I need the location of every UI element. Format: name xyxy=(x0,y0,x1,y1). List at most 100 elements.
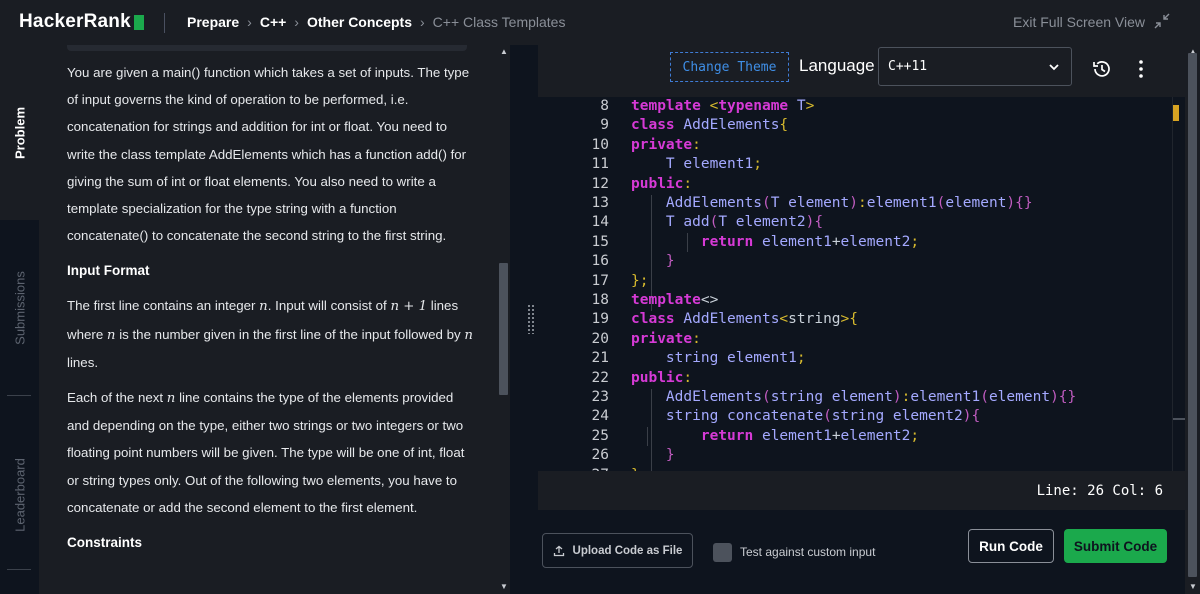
run-code-button[interactable]: Run Code xyxy=(968,529,1054,563)
change-theme-button[interactable]: Change Theme xyxy=(670,52,789,82)
code-line: 9 class AddElements{ xyxy=(538,116,1172,135)
code-text: return element1+element2; xyxy=(700,233,920,250)
tab-submissions-label: Submissions xyxy=(12,270,27,345)
code-text: template <typename T> xyxy=(631,98,815,114)
code-area[interactable]: 8 template <typename T> 9 class AddElement… xyxy=(538,97,1172,471)
line-number: 12 xyxy=(591,175,609,192)
logo-square-icon xyxy=(133,14,144,30)
scroll-down-arrow-icon[interactable]: ▼ xyxy=(500,582,508,591)
language-label: Language xyxy=(799,56,875,75)
upload-code-button[interactable]: Upload Code as File xyxy=(542,533,693,568)
scroll-up-arrow-icon[interactable]: ▲ xyxy=(500,47,508,56)
submit-code-button[interactable]: Submit Code xyxy=(1064,529,1167,563)
resize-handle-icon[interactable] xyxy=(527,304,535,334)
code-text: return element1+element2; xyxy=(700,427,920,444)
line-number: 16 xyxy=(591,253,609,270)
chevron-right-icon: › xyxy=(247,14,252,30)
page-scrollbar-thumb[interactable] xyxy=(1188,53,1197,577)
line-number: 13 xyxy=(591,195,609,211)
code-line: 21 string element1; xyxy=(538,349,1172,368)
chevron-down-icon xyxy=(1049,64,1059,71)
line-number: 17 xyxy=(591,272,609,289)
more-options-icon[interactable] xyxy=(1137,59,1145,79)
code-text: string element1; xyxy=(665,350,806,367)
top-header: HackerRank Prepare › C++ › Other Concept… xyxy=(0,0,1200,45)
language-select[interactable]: C++11 xyxy=(878,47,1072,86)
tab-submissions[interactable]: Submissions xyxy=(0,220,39,395)
side-tabs: Problem Submissions Leaderboard xyxy=(0,45,39,594)
code-text: private: xyxy=(631,330,701,347)
code-text: public: xyxy=(631,369,693,386)
collapse-icon[interactable] xyxy=(1154,13,1170,29)
code-line: 10 private: xyxy=(538,136,1172,155)
code-text: class AddElements{ xyxy=(631,117,789,134)
code-line: 20 private: xyxy=(538,330,1172,349)
code-text: } xyxy=(665,447,675,464)
editor-status-bar: Line: 26 Col: 6 xyxy=(538,471,1185,510)
breadcrumb-other-concepts[interactable]: Other Concepts xyxy=(307,14,412,30)
line-number: 10 xyxy=(591,136,609,153)
code-line: 13 AddElements(T element):element1(eleme… xyxy=(538,194,1172,213)
math-n: n xyxy=(259,299,268,315)
cursor-position: Line: 26 Col: 6 xyxy=(1036,483,1163,499)
text-segment: Each of the next xyxy=(67,390,167,406)
language-value: C++11 xyxy=(888,59,928,74)
tab-leaderboard[interactable]: Leaderboard xyxy=(0,405,39,585)
line-number: 25 xyxy=(591,427,609,444)
code-text: AddElements(T element):element1(element)… xyxy=(665,195,1033,211)
input-format-paragraph-2: Each of the next n line contains the typ… xyxy=(67,384,475,521)
code-line: 11 T element1; xyxy=(538,155,1172,174)
code-editor-panel: Change Theme Language C++11 8 template <t… xyxy=(538,45,1186,510)
custom-input-label[interactable]: Test against custom input xyxy=(740,545,875,559)
code-text: string concatenate(string element2){ xyxy=(665,408,981,425)
restore-history-icon[interactable] xyxy=(1091,58,1113,80)
line-number: 11 xyxy=(591,156,609,173)
code-text: } xyxy=(665,253,675,270)
custom-input-checkbox[interactable] xyxy=(713,543,732,562)
breadcrumb-current: C++ Class Templates xyxy=(432,14,566,30)
upload-code-label: Upload Code as File xyxy=(572,544,683,557)
constraints-heading: Constraints xyxy=(67,535,143,551)
code-line: 26 } xyxy=(538,446,1172,465)
editor-scrollbar[interactable] xyxy=(1172,97,1186,471)
line-number: 21 xyxy=(591,350,609,367)
line-number: 14 xyxy=(591,214,609,231)
chevron-right-icon: › xyxy=(294,14,299,30)
tab-problem[interactable]: Problem xyxy=(0,45,39,220)
input-format-paragraph-1: The first line contains an integer n. In… xyxy=(67,292,475,376)
problem-statement: You are given a main() function which ta… xyxy=(67,59,475,564)
breadcrumb: Prepare › C++ › Other Concepts › C++ Cla… xyxy=(187,14,565,30)
breadcrumb-cpp[interactable]: C++ xyxy=(260,14,286,30)
line-number: 18 xyxy=(591,292,609,308)
line-number: 8 xyxy=(600,98,609,114)
scroll-down-arrow-icon[interactable]: ▼ xyxy=(1189,582,1197,591)
exit-fullscreen-link[interactable]: Exit Full Screen View xyxy=(1013,14,1145,30)
code-line: 16 } xyxy=(538,252,1172,271)
code-line: 24 string concatenate(string element2){ xyxy=(538,407,1172,426)
text-segment: The first line contains an integer xyxy=(67,298,260,314)
code-text: public: xyxy=(631,175,693,192)
tab-divider xyxy=(7,395,31,396)
hackerrank-logo[interactable]: HackerRank xyxy=(19,11,144,33)
tab-divider xyxy=(7,569,31,570)
problem-scrollbar[interactable]: ▲ ▼ xyxy=(496,45,510,594)
code-text: }; xyxy=(631,272,649,289)
code-text: private: xyxy=(631,136,701,153)
code-text: template<> xyxy=(631,292,719,308)
code-line: 23 AddElements(string element):element1(… xyxy=(538,388,1172,407)
code-line: 14 T add(T element2){ xyxy=(538,213,1172,232)
line-number: 23 xyxy=(591,389,609,405)
line-number: 22 xyxy=(591,369,609,386)
code-line: 22 public: xyxy=(538,369,1172,388)
page-scrollbar[interactable]: ▲ ▼ xyxy=(1185,45,1200,594)
upload-icon xyxy=(553,545,564,556)
code-line: 12 public: xyxy=(538,175,1172,194)
code-line: 17}; xyxy=(538,272,1172,291)
problem-scrollbar-thumb[interactable] xyxy=(499,263,508,395)
line-number: 15 xyxy=(591,233,609,250)
editor-footer: Upload Code as File Test against custom … xyxy=(538,510,1185,594)
logo-text: HackerRank xyxy=(19,11,131,32)
line-number: 9 xyxy=(600,117,609,134)
code-line: 19 class AddElements<string>{ xyxy=(538,310,1172,329)
breadcrumb-prepare[interactable]: Prepare xyxy=(187,14,239,30)
